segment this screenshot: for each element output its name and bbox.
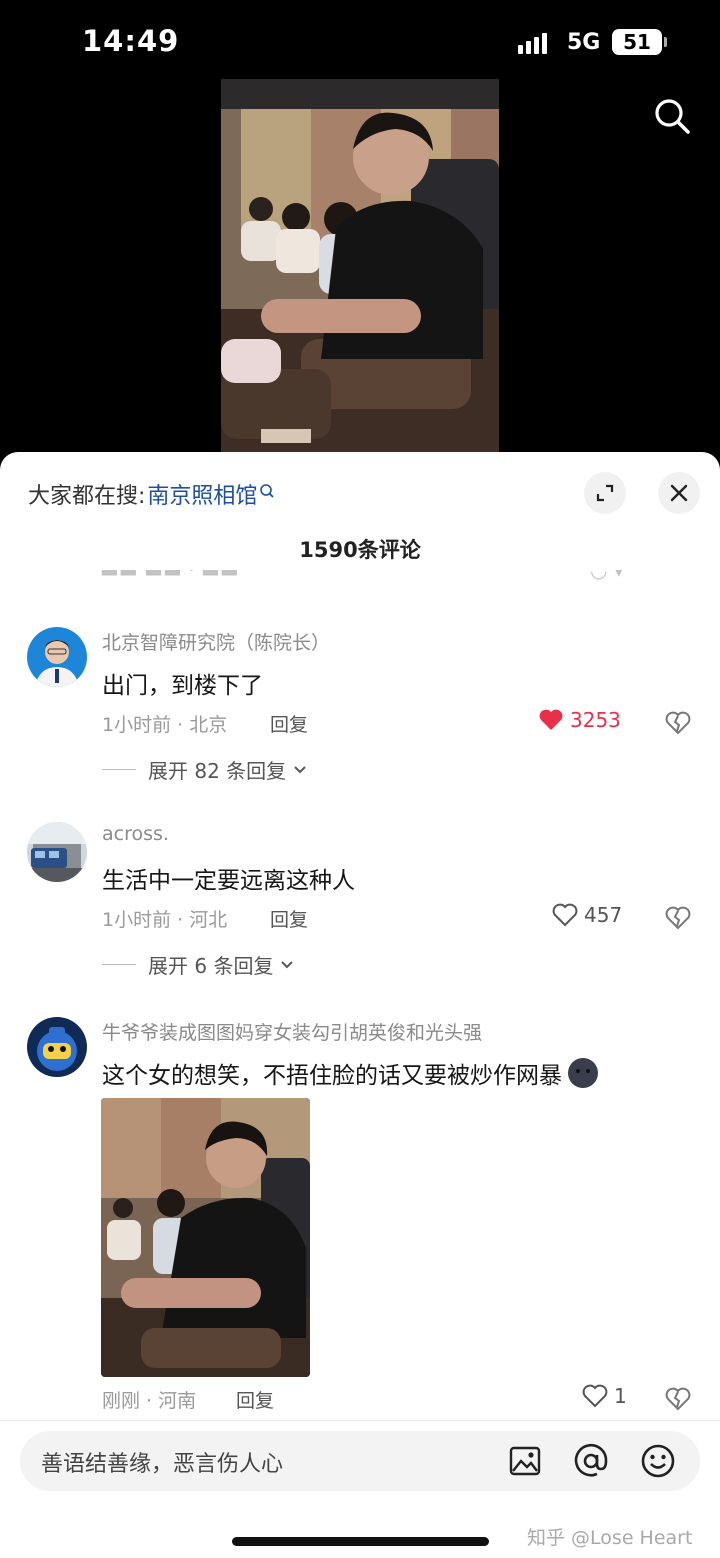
expand-replies-button[interactable]: 展开 82 条回复 <box>102 755 308 784</box>
close-button[interactable] <box>658 472 700 514</box>
signal-icon <box>518 32 547 54</box>
comment-image[interactable] <box>101 1098 310 1377</box>
hot-search-bar[interactable]: 大家都在搜: 南京照相馆 <box>28 478 275 510</box>
comment-input-bar: 善语结善缘，恶言伤人心 知乎 @Lose Heart <box>0 1420 720 1558</box>
like-count: 3253 <box>570 708 621 732</box>
divider-line <box>102 769 136 770</box>
comment-input-placeholder: 善语结善缘，恶言伤人心 <box>41 1452 284 1477</box>
comment-text: 生活中一定要远离这种人 <box>102 868 355 894</box>
reply-button[interactable]: 回复 <box>270 905 308 932</box>
battery-icon: 51 <box>612 29 667 55</box>
comment-count: 1590条评论 <box>299 538 421 562</box>
avatar[interactable] <box>27 1017 87 1077</box>
hot-search-term[interactable]: 南京照相馆 <box>147 478 257 510</box>
dislike-icon[interactable] <box>664 1385 692 1413</box>
like-count: 457 <box>584 903 623 927</box>
avatar[interactable] <box>27 822 87 882</box>
expand-replies-label: 展开 6 条回复 <box>148 954 274 978</box>
search-small-icon <box>260 484 275 498</box>
avatar[interactable] <box>27 627 87 687</box>
comment-author[interactable]: 牛爷爷装成图图妈穿女装勾引胡英俊和光头强 <box>102 1018 482 1045</box>
like-button[interactable]: 1 <box>582 1384 627 1408</box>
comment-meta: 刚刚 · 河南 <box>102 1390 197 1412</box>
comment-text-content: 这个女的想笑，不捂住脸的话又要被炒作网暴 <box>102 1063 562 1089</box>
status-bar: 14:49 5G 51 <box>0 0 720 80</box>
comment-text: 出门，到楼下了 <box>102 673 263 699</box>
image-icon[interactable] <box>507 1443 543 1479</box>
like-button[interactable]: 457 <box>552 903 622 927</box>
status-time: 14:49 <box>82 24 180 58</box>
comment-sheet: 大家都在搜: 南京照相馆 1590条评论 ▬▬ ▬▬ · ▬▬ ◡ ▾ 北京智障… <box>0 452 720 1558</box>
close-icon <box>670 484 688 502</box>
heart-outline-icon <box>552 903 578 927</box>
comment-input[interactable]: 善语结善缘，恶言伤人心 <box>20 1431 700 1491</box>
scrolled-comment-remnant: ▬▬ ▬▬ · ▬▬ ◡ ▾ <box>100 570 624 582</box>
home-indicator[interactable] <box>232 1537 489 1546</box>
hot-search-label: 大家都在搜: <box>28 484 146 509</box>
video-frame-image <box>221 79 499 453</box>
heart-filled-icon <box>539 709 563 730</box>
dislike-icon[interactable] <box>664 709 692 737</box>
comment-author[interactable]: 北京智障研究院（陈院长） <box>102 628 330 655</box>
comment-meta: 1小时前 · 北京 <box>102 714 228 736</box>
chevron-down-icon <box>294 765 306 773</box>
network-type: 5G <box>567 30 601 55</box>
divider-line <box>102 964 136 965</box>
like-count: 1 <box>614 1384 627 1408</box>
expand-replies-button[interactable]: 展开 6 条回复 <box>102 950 295 979</box>
search-icon[interactable] <box>652 96 692 136</box>
like-button[interactable]: 3253 <box>538 708 621 732</box>
expand-icon <box>596 484 614 502</box>
reply-button[interactable]: 回复 <box>236 1386 274 1413</box>
comment-meta: 1小时前 · 河北 <box>102 909 228 931</box>
emoji-icon[interactable] <box>640 1443 676 1479</box>
expand-replies-label: 展开 82 条回复 <box>148 759 287 783</box>
video-player[interactable] <box>221 79 499 453</box>
heart-outline-icon <box>582 1384 608 1408</box>
at-icon[interactable] <box>573 1443 609 1479</box>
watermark: 知乎 @Lose Heart <box>527 1527 693 1549</box>
dislike-icon[interactable] <box>664 904 692 932</box>
reply-button[interactable]: 回复 <box>270 710 308 737</box>
sad-emoji-icon <box>568 1058 598 1088</box>
chevron-down-icon <box>281 960 294 968</box>
expand-button[interactable] <box>584 472 626 514</box>
comment-author[interactable]: across. <box>102 823 169 845</box>
comment-text: 这个女的想笑，不捂住脸的话又要被炒作网暴 <box>102 1056 600 1090</box>
